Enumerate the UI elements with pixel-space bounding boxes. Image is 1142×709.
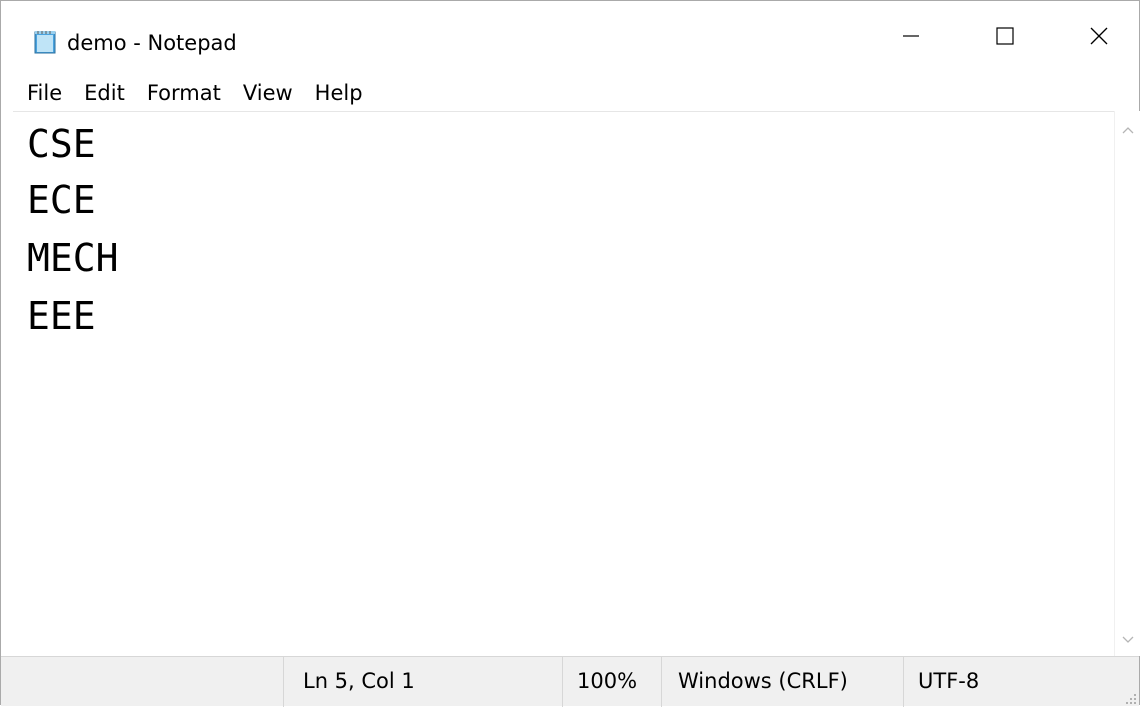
line-ending: Windows (CRLF) bbox=[678, 669, 848, 693]
status-divider bbox=[283, 657, 284, 707]
menu-format[interactable]: Format bbox=[147, 76, 221, 110]
close-button[interactable] bbox=[1051, 1, 1142, 75]
notepad-window: demo - Notepad File Edit Format View Hel… bbox=[0, 0, 1142, 707]
close-icon bbox=[1089, 26, 1109, 50]
maximize-icon bbox=[995, 26, 1015, 50]
scroll-up-icon[interactable] bbox=[1119, 121, 1137, 139]
resize-grip-icon[interactable] bbox=[1123, 690, 1137, 704]
encoding: UTF-8 bbox=[918, 669, 980, 693]
notepad-icon[interactable] bbox=[33, 29, 59, 55]
editor-line: EEE bbox=[27, 294, 96, 338]
maximize-button[interactable] bbox=[957, 1, 1053, 75]
status-divider bbox=[562, 657, 563, 707]
editor-line: CSE bbox=[27, 122, 96, 166]
editor-line: MECH bbox=[27, 236, 119, 280]
menu-help[interactable]: Help bbox=[315, 76, 363, 110]
menu-edit[interactable]: Edit bbox=[84, 76, 125, 110]
cursor-position: Ln 5, Col 1 bbox=[303, 669, 415, 693]
menu-view[interactable]: View bbox=[243, 76, 293, 110]
status-divider bbox=[903, 657, 904, 707]
status-divider bbox=[661, 657, 662, 707]
window-title: demo - Notepad bbox=[67, 31, 237, 55]
scroll-down-icon[interactable] bbox=[1119, 631, 1137, 649]
minimize-icon bbox=[901, 26, 921, 50]
editor-line: ECE bbox=[27, 178, 96, 222]
text-editor[interactable]: CSE ECE MECH EEE bbox=[13, 111, 1114, 657]
minimize-button[interactable] bbox=[863, 1, 959, 75]
title-bar[interactable]: demo - Notepad bbox=[1, 1, 1139, 75]
menu-file[interactable]: File bbox=[27, 76, 62, 110]
status-bar: Ln 5, Col 1 100% Windows (CRLF) UTF-8 bbox=[1, 656, 1139, 707]
vertical-scrollbar[interactable] bbox=[1114, 111, 1142, 656]
menu-bar: File Edit Format View Help bbox=[1, 75, 1139, 111]
zoom-level: 100% bbox=[577, 669, 638, 693]
